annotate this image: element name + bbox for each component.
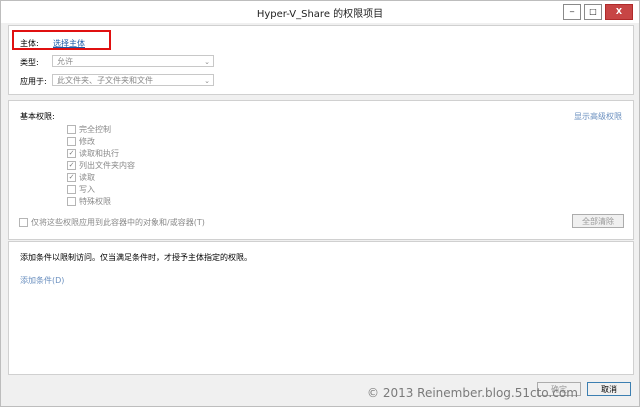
checkbox[interactable] — [67, 185, 76, 194]
permission-list-folder[interactable]: ✓ 列出文件夹内容 — [67, 160, 135, 171]
applies-to-select-value: 此文件夹、子文件夹和文件 — [57, 76, 153, 85]
type-label: 类型: — [20, 58, 39, 67]
basic-permissions-label: 基本权限: — [20, 112, 55, 121]
checkbox-checked[interactable]: ✓ — [67, 173, 76, 182]
add-condition-link[interactable]: 添加条件(D) — [20, 275, 64, 286]
highlight-box — [12, 30, 111, 50]
checkbox[interactable] — [67, 137, 76, 146]
checkbox[interactable] — [67, 197, 76, 206]
permission-label: 列出文件夹内容 — [79, 161, 135, 170]
type-select[interactable]: 允许 ⌄ — [52, 55, 214, 67]
title-bar: Hyper-V_Share 的权限项目 ‒ □ X — [1, 1, 639, 23]
type-select-value: 允许 — [57, 57, 73, 66]
maximize-button[interactable]: □ — [584, 4, 602, 20]
permission-label: 读取 — [79, 173, 95, 182]
chevron-down-icon: ⌄ — [204, 58, 210, 66]
chevron-down-icon: ⌄ — [204, 77, 210, 85]
checkbox[interactable] — [67, 125, 76, 134]
show-advanced-permissions-link[interactable]: 显示高级权限 — [574, 111, 622, 122]
permission-read[interactable]: ✓ 读取 — [67, 172, 95, 183]
applies-to-select[interactable]: 此文件夹、子文件夹和文件 ⌄ — [52, 74, 214, 86]
permission-entry-dialog: Hyper-V_Share 的权限项目 ‒ □ X 主体: 选择主体 类型: 允… — [0, 0, 640, 407]
basic-permissions-panel: 基本权限: 显示高级权限 完全控制 修改 ✓ 读取和执行 ✓ 列出文件夹内容 ✓… — [8, 100, 634, 240]
checkbox[interactable] — [19, 218, 28, 227]
close-button[interactable]: X — [605, 4, 633, 20]
watermark: © 2013 Reinember.blog.51cto.com — [367, 386, 578, 400]
apply-only-container-option[interactable]: 仅将这些权限应用到此容器中的对象和/或容器(T) — [19, 217, 205, 228]
permission-write[interactable]: 写入 — [67, 184, 95, 195]
minimize-button[interactable]: ‒ — [563, 4, 581, 20]
checkbox-checked[interactable]: ✓ — [67, 161, 76, 170]
permission-full-control[interactable]: 完全控制 — [67, 124, 111, 135]
apply-only-label: 仅将这些权限应用到此容器中的对象和/或容器(T) — [31, 218, 205, 227]
cancel-button[interactable]: 取消 — [587, 382, 631, 396]
permission-label: 修改 — [79, 137, 95, 146]
permission-special[interactable]: 特殊权限 — [67, 196, 111, 207]
checkbox-checked[interactable]: ✓ — [67, 149, 76, 158]
permission-label: 写入 — [79, 185, 95, 194]
permission-modify[interactable]: 修改 — [67, 136, 95, 147]
applies-to-label: 应用于: — [20, 77, 47, 86]
clear-all-button[interactable]: 全部清除 — [572, 214, 624, 228]
window-title: Hyper-V_Share 的权限项目 — [256, 9, 384, 20]
conditions-panel: 添加条件以限制访问。仅当满足条件时，才授予主体指定的权限。 添加条件(D) — [8, 241, 634, 375]
conditions-description: 添加条件以限制访问。仅当满足条件时，才授予主体指定的权限。 — [20, 253, 252, 262]
permission-read-execute[interactable]: ✓ 读取和执行 — [67, 148, 119, 159]
permission-label: 特殊权限 — [79, 197, 111, 206]
permission-label: 读取和执行 — [79, 149, 119, 158]
window-controls: ‒ □ X — [563, 4, 633, 20]
permission-label: 完全控制 — [79, 125, 111, 134]
